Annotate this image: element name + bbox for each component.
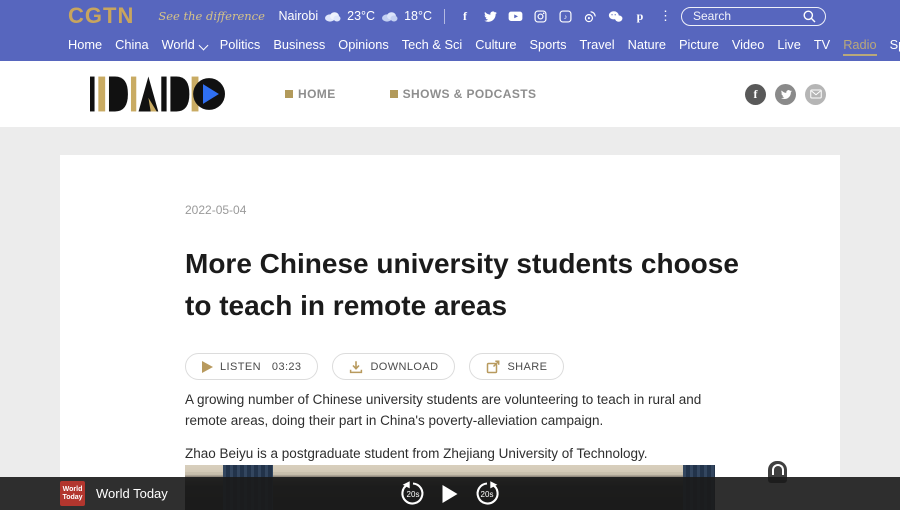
gold-square-icon <box>285 90 293 98</box>
radio-logo[interactable] <box>90 74 225 114</box>
share-button[interactable]: SHARE <box>469 353 564 380</box>
download-button[interactable]: DOWNLOAD <box>332 353 455 380</box>
topbar-social-icons: f ♪ p <box>457 8 648 24</box>
gold-square-icon <box>390 90 398 98</box>
nav-item-opinions[interactable]: Opinions <box>338 37 389 56</box>
rewind-20s-button[interactable]: 20s <box>400 480 427 507</box>
now-playing-title: World Today <box>96 486 168 501</box>
forward-20s-button[interactable]: 20s <box>474 480 501 507</box>
radio-menu-shows-podcasts[interactable]: SHOWS & PODCASTS <box>390 87 537 101</box>
weather-widget: Nairobi 23°C 18°C <box>279 9 432 23</box>
download-icon <box>349 360 363 374</box>
play-button[interactable] <box>443 485 458 503</box>
facebook-icon[interactable]: f <box>457 8 473 24</box>
article-date: 2022-05-04 <box>185 203 840 217</box>
cloud-day-icon <box>324 10 341 22</box>
article-actions: LISTEN 03:23 DOWNLOAD SHARE <box>185 353 840 380</box>
player-controls: 20s 20s <box>400 480 501 507</box>
weibo-icon[interactable] <box>582 8 598 24</box>
share-icon <box>486 360 500 374</box>
nav-item-video[interactable]: Video <box>732 37 765 56</box>
nav-item-politics[interactable]: Politics <box>220 37 261 56</box>
top-header-bar: CGTN See the difference Nairobi 23°C 18°… <box>0 0 900 32</box>
nav-item-tv[interactable]: TV <box>814 37 830 56</box>
radio-social-icons: f <box>745 84 826 105</box>
svg-text:20s: 20s <box>481 490 494 499</box>
cgtn-logo[interactable]: CGTN <box>68 5 134 27</box>
nav-item-world[interactable]: World <box>162 37 207 56</box>
search-icon[interactable] <box>803 10 816 23</box>
nav-item-culture[interactable]: Culture <box>475 37 516 56</box>
wechat-icon[interactable] <box>607 8 623 24</box>
twitter-icon[interactable] <box>775 84 796 105</box>
nav-item-business[interactable]: Business <box>273 37 325 56</box>
audio-player-bar: World Today World Today 20s 20s <box>0 477 900 510</box>
nav-item-radio[interactable]: Radio <box>843 37 876 56</box>
radio-menu-home[interactable]: HOME <box>285 87 336 101</box>
radio-section-header: HOME SHOWS & PODCASTS f <box>0 61 900 127</box>
search-box[interactable] <box>681 7 826 26</box>
twitter-icon[interactable] <box>482 8 498 24</box>
weather-city: Nairobi <box>279 9 319 23</box>
svg-text:20s: 20s <box>407 490 420 499</box>
main-navigation: Home China World Politics Business Opini… <box>0 32 900 61</box>
nav-item-nature[interactable]: Nature <box>628 37 666 56</box>
nav-item-china[interactable]: China <box>115 37 148 56</box>
topbar-divider <box>444 9 445 24</box>
article-paragraph: A growing number of Chinese university s… <box>185 390 740 432</box>
cgtn-tagline: See the difference <box>158 9 265 23</box>
article-paragraph: Zhao Beiyu is a postgraduate student fro… <box>185 444 740 465</box>
pinterest-icon[interactable]: p <box>632 8 648 24</box>
nav-item-picture[interactable]: Picture <box>679 37 719 56</box>
article-title: More Chinese university students choose … <box>185 243 765 327</box>
nav-item-travel[interactable]: Travel <box>580 37 615 56</box>
email-icon[interactable] <box>805 84 826 105</box>
widget-glyph <box>772 464 784 475</box>
chevron-down-icon <box>198 40 208 50</box>
weather-night-temp: 18°C <box>404 9 432 23</box>
radio-menu: HOME SHOWS & PODCASTS <box>285 87 536 101</box>
weather-day-temp: 23°C <box>347 9 375 23</box>
nav-item-specials[interactable]: Specials <box>890 37 900 56</box>
nav-item-live[interactable]: Live <box>777 37 800 56</box>
tiktok-icon[interactable]: ♪ <box>557 8 573 24</box>
instagram-icon[interactable] <box>532 8 548 24</box>
nav-item-tech-sci[interactable]: Tech & Sci <box>402 37 462 56</box>
svg-text:♪: ♪ <box>563 14 567 21</box>
listen-duration: 03:23 <box>272 361 302 373</box>
facebook-icon[interactable]: f <box>745 84 766 105</box>
nav-item-home[interactable]: Home <box>68 37 102 56</box>
more-menu-icon[interactable]: ⋮ <box>659 8 672 24</box>
search-input[interactable] <box>691 8 803 24</box>
nav-item-sports[interactable]: Sports <box>530 37 567 56</box>
listen-button[interactable]: LISTEN 03:23 <box>185 353 318 380</box>
play-icon <box>202 361 213 373</box>
youtube-icon[interactable] <box>507 8 523 24</box>
world-today-logo[interactable]: World Today <box>60 481 85 506</box>
article-card: 2022-05-04 More Chinese university stude… <box>60 155 840 510</box>
cloud-night-icon <box>381 10 398 22</box>
